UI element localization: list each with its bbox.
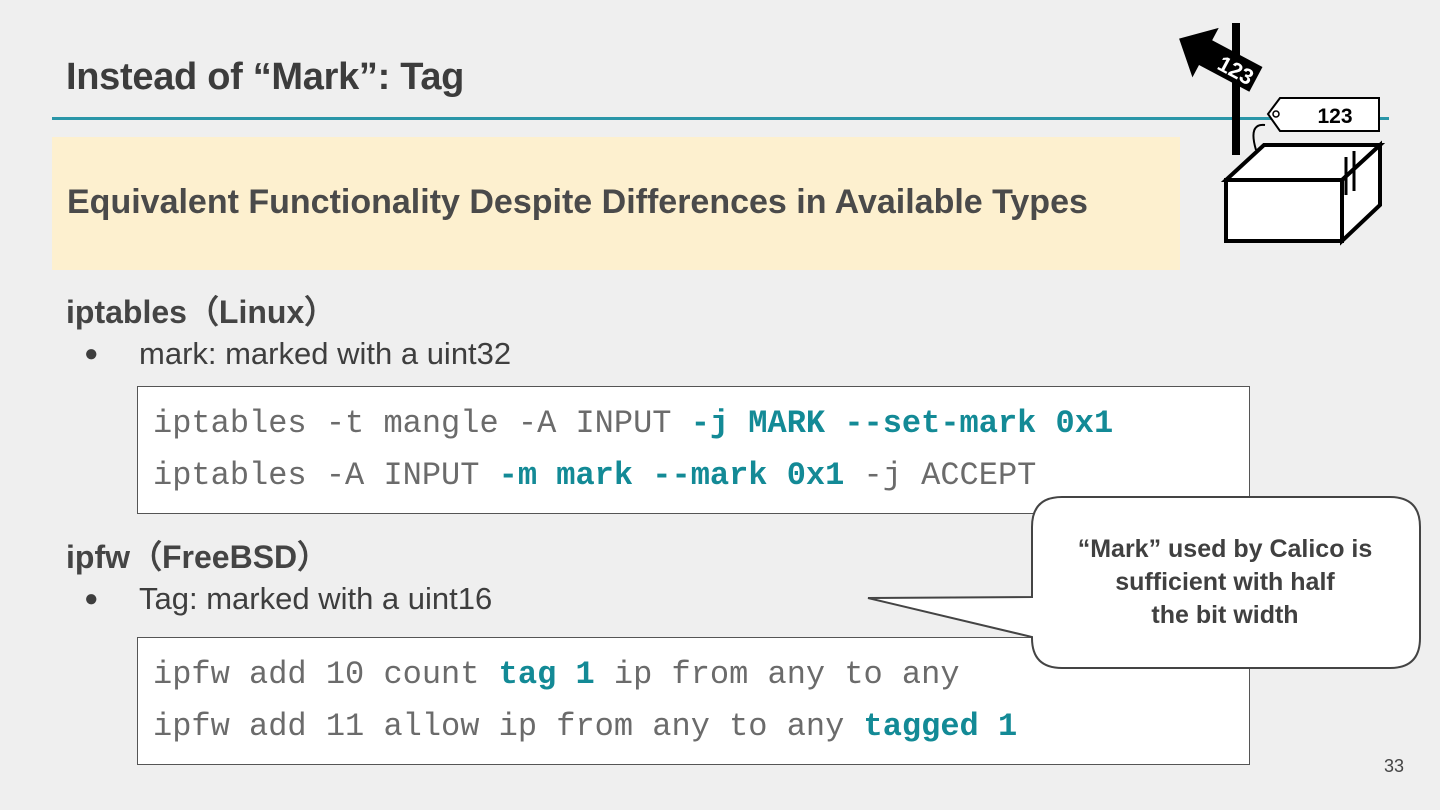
callout-bubble [867, 496, 1421, 669]
callout-text: “Mark” used by Calico is sufficient with… [1077, 535, 1373, 629]
slide: Instead of “Mark”: Tag 123 123 Equivalen… [0, 0, 1440, 810]
page-number: 33 [1384, 756, 1405, 776]
